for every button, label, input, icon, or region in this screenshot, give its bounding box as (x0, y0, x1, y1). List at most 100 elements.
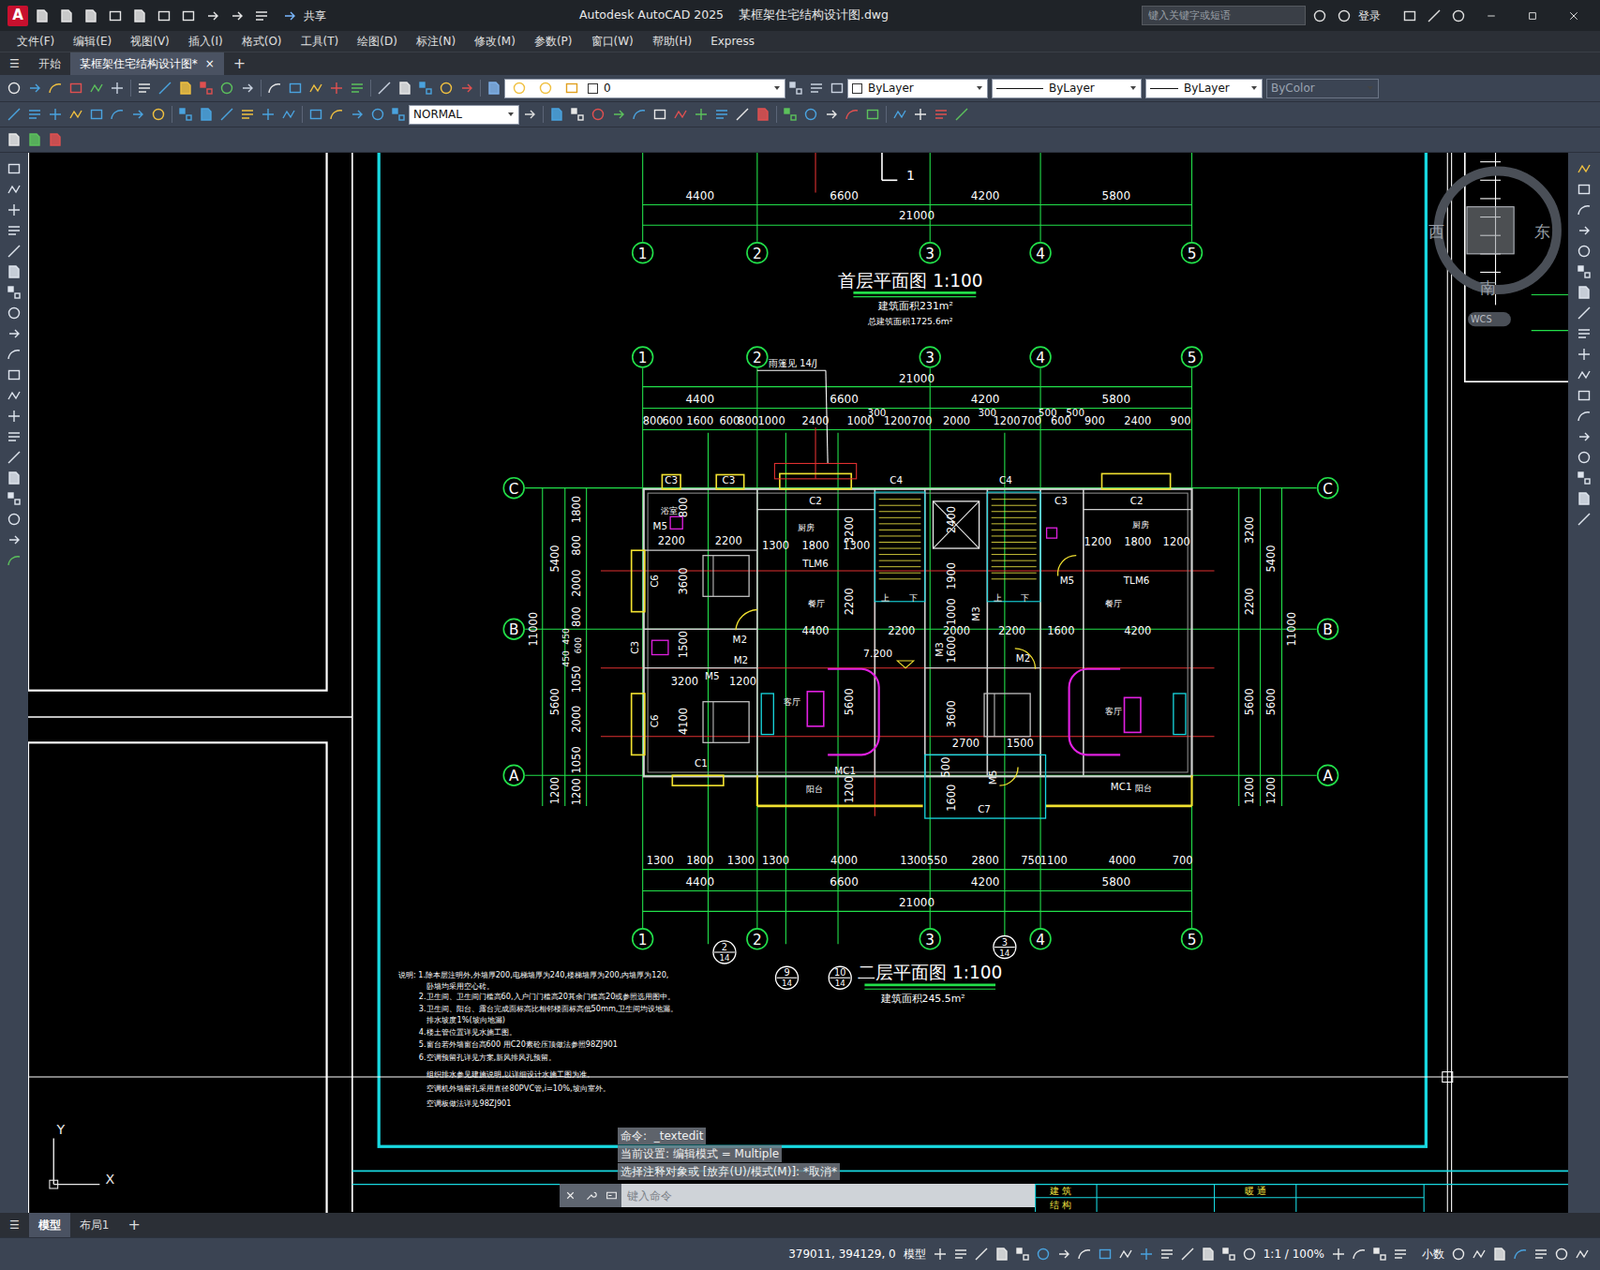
layout-menu-button[interactable]: ☰ (0, 1212, 30, 1238)
tool-icon[interactable] (388, 104, 409, 125)
tool-icon[interactable] (889, 104, 911, 125)
layer-on-icon[interactable] (508, 77, 530, 99)
menu-item[interactable]: 插入(I) (179, 32, 233, 50)
draw-tool-icon[interactable] (3, 529, 25, 551)
menu-item[interactable]: 视图(V) (120, 32, 180, 50)
units-dropdown[interactable]: 小数 (1418, 1245, 1449, 1263)
tool-icon[interactable] (670, 104, 691, 125)
tool-icon[interactable] (930, 104, 952, 125)
close-button[interactable] (559, 1183, 581, 1208)
status-toggle-icon[interactable] (1074, 1243, 1095, 1265)
menu-item[interactable]: 绘图(D) (347, 32, 407, 50)
close-icon[interactable] (564, 1189, 577, 1202)
status-tool-icon[interactable] (1369, 1243, 1391, 1265)
draw-tool-icon[interactable] (3, 220, 25, 241)
tool-icon[interactable] (841, 104, 863, 125)
tool-icon[interactable] (367, 104, 389, 125)
tool-icon[interactable] (86, 104, 107, 125)
layer-freeze-icon[interactable] (535, 77, 556, 99)
menu-item[interactable]: 标注(N) (406, 32, 465, 50)
user-icon[interactable] (1333, 5, 1355, 27)
tool-icon[interactable] (257, 104, 279, 125)
login-label[interactable]: 登录 (1358, 7, 1381, 25)
tool-icon[interactable] (86, 77, 107, 99)
layer-tool-icon[interactable] (826, 77, 848, 99)
status-toggle-icon[interactable] (929, 1243, 951, 1265)
app-logo[interactable]: A (7, 5, 29, 27)
quick-access-icon[interactable] (31, 5, 53, 27)
tool-icon[interactable] (3, 77, 25, 99)
tool-icon[interactable] (373, 77, 395, 99)
modify-tool-icon[interactable] (1573, 220, 1595, 241)
dropdown-arrow-icon[interactable] (1250, 81, 1258, 95)
tool-icon[interactable] (587, 104, 609, 125)
dropdown-arrow-icon[interactable] (773, 84, 781, 92)
modify-tool-icon[interactable] (1573, 261, 1595, 283)
tool-icon[interactable] (732, 104, 753, 125)
tool-icon[interactable] (862, 104, 883, 125)
tool-icon[interactable] (24, 129, 45, 150)
tool-icon[interactable] (154, 77, 176, 99)
tool-icon[interactable] (346, 77, 368, 99)
layer-lock-icon[interactable] (561, 77, 583, 99)
dimstyle-dropdown[interactable]: NORMAL (408, 104, 520, 125)
tool-icon[interactable] (284, 77, 306, 99)
status-tool-icon[interactable] (1510, 1243, 1531, 1265)
menu-item[interactable]: 工具(T) (291, 32, 349, 50)
new-tab-button[interactable]: + (224, 52, 255, 75)
tool-icon[interactable] (134, 77, 155, 99)
doc-tab-label[interactable]: 开始 (38, 55, 61, 73)
modify-tool-icon[interactable] (1573, 447, 1595, 468)
quick-access-icon[interactable] (251, 5, 272, 27)
draw-tool-icon[interactable] (3, 385, 25, 406)
dropdown-arrow-icon[interactable] (975, 81, 984, 95)
command-prompt-icon[interactable] (605, 1189, 618, 1202)
new-layout-button[interactable]: + (118, 1212, 150, 1238)
quick-access-icon[interactable] (178, 5, 199, 27)
layer-tool-icon[interactable] (806, 77, 827, 99)
wrench-button[interactable] (580, 1183, 601, 1208)
drawing-canvas[interactable]: 建 筑结 构暖 通144006600420058002100012345首层平面… (28, 152, 1569, 1213)
draw-tool-icon[interactable] (3, 158, 25, 180)
modify-tool-icon[interactable] (1573, 199, 1595, 221)
tool-icon[interactable] (65, 104, 87, 125)
menu-item[interactable]: 编辑(E) (63, 32, 121, 50)
modify-tool-icon[interactable] (1573, 488, 1595, 509)
minimize-button[interactable] (1472, 10, 1511, 22)
maximize-button[interactable] (1513, 10, 1552, 22)
status-tool-icon[interactable] (1571, 1243, 1593, 1265)
dropdown-arrow-icon[interactable] (507, 107, 515, 121)
command-input[interactable] (621, 1183, 1035, 1208)
maximize-icon[interactable] (1526, 10, 1539, 22)
command-prompt-button[interactable] (600, 1183, 622, 1208)
modify-tool-icon[interactable] (1573, 179, 1595, 200)
draw-tool-icon[interactable] (3, 508, 25, 530)
doc-tab-label[interactable]: 某框架住宅结构设计图* (79, 55, 198, 73)
status-toggle-icon[interactable] (1094, 1243, 1116, 1265)
layer-dropdown[interactable]: 0 (504, 78, 786, 99)
linetype-dropdown-value[interactable]: ByLayer (1048, 79, 1095, 97)
status-tool-icon[interactable] (1328, 1243, 1349, 1265)
search-icon[interactable] (1309, 5, 1331, 27)
status-toggle-icon[interactable] (1012, 1243, 1033, 1265)
tool-icon[interactable] (519, 104, 540, 125)
modify-tool-icon[interactable] (1573, 426, 1595, 448)
tool-icon[interactable] (216, 104, 238, 125)
status-tool-icon[interactable] (1390, 1243, 1411, 1265)
draw-tool-icon[interactable] (3, 550, 25, 571)
tool-icon[interactable] (148, 104, 169, 125)
tool-icon[interactable] (195, 104, 217, 125)
quick-access-icon[interactable] (80, 5, 102, 27)
status-toggle-icon[interactable] (1156, 1243, 1178, 1265)
draw-tool-icon[interactable] (3, 261, 25, 283)
autodesk-icon[interactable] (1423, 5, 1445, 27)
doc-tab[interactable]: 某框架住宅结构设计图*× (70, 52, 225, 75)
draw-tool-icon[interactable] (3, 240, 25, 262)
tool-icon[interactable] (24, 77, 45, 99)
quick-access-icon[interactable] (226, 5, 248, 27)
model-space[interactable]: 建 筑结 构暖 通144006600420058002100012345首层平面… (28, 152, 1569, 1213)
tool-icon[interactable] (910, 104, 931, 125)
quick-access-icon[interactable] (202, 5, 224, 27)
color-dropdown-value[interactable]: ByLayer (867, 79, 914, 97)
modify-tool-icon[interactable] (1573, 364, 1595, 386)
